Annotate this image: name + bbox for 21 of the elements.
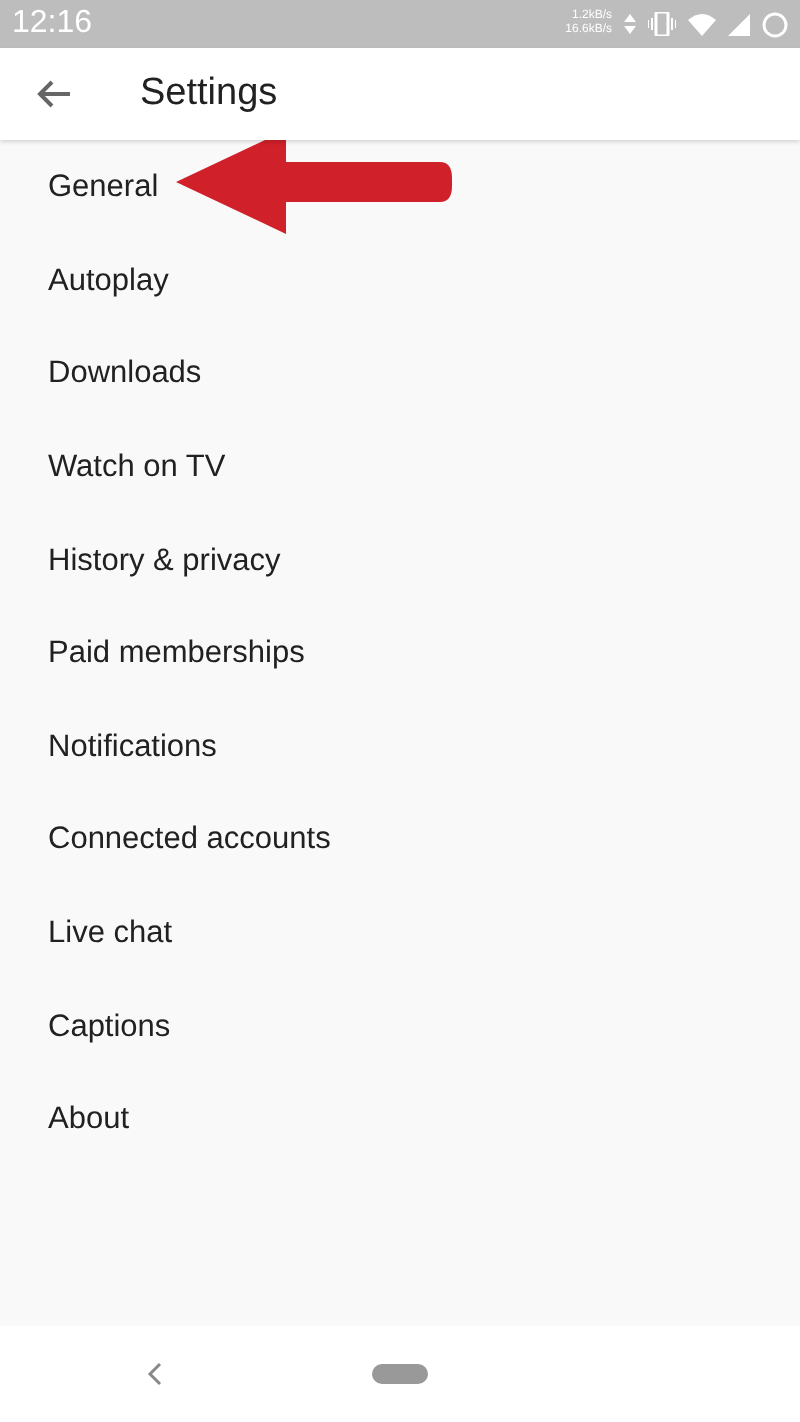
- wifi-icon: [688, 13, 716, 35]
- vibrate-icon: [648, 12, 676, 36]
- battery-icon: [762, 11, 788, 37]
- settings-item[interactable]: History & privacy: [0, 514, 800, 608]
- signal-icon: [728, 13, 750, 35]
- back-icon[interactable]: [146, 1362, 162, 1386]
- settings-item[interactable]: Live chat: [0, 887, 800, 981]
- settings-item[interactable]: General: [0, 142, 800, 236]
- settings-item[interactable]: Captions: [0, 980, 800, 1074]
- screen-title: Settings: [140, 72, 278, 116]
- back-icon[interactable]: [36, 78, 72, 110]
- settings-item[interactable]: Connected accounts: [0, 794, 800, 888]
- settings-item[interactable]: Paid memberships: [0, 607, 800, 702]
- settings-item[interactable]: Autoplay: [0, 235, 800, 329]
- data-arrows-icon: [624, 14, 636, 34]
- home-button[interactable]: [372, 1364, 428, 1384]
- settings-item[interactable]: About: [0, 1073, 800, 1168]
- settings-item[interactable]: Notifications: [0, 701, 800, 795]
- settings-item[interactable]: Downloads: [0, 328, 800, 422]
- settings-item[interactable]: Watch on TV: [0, 421, 800, 515]
- clock-time: 12:16: [12, 6, 93, 42]
